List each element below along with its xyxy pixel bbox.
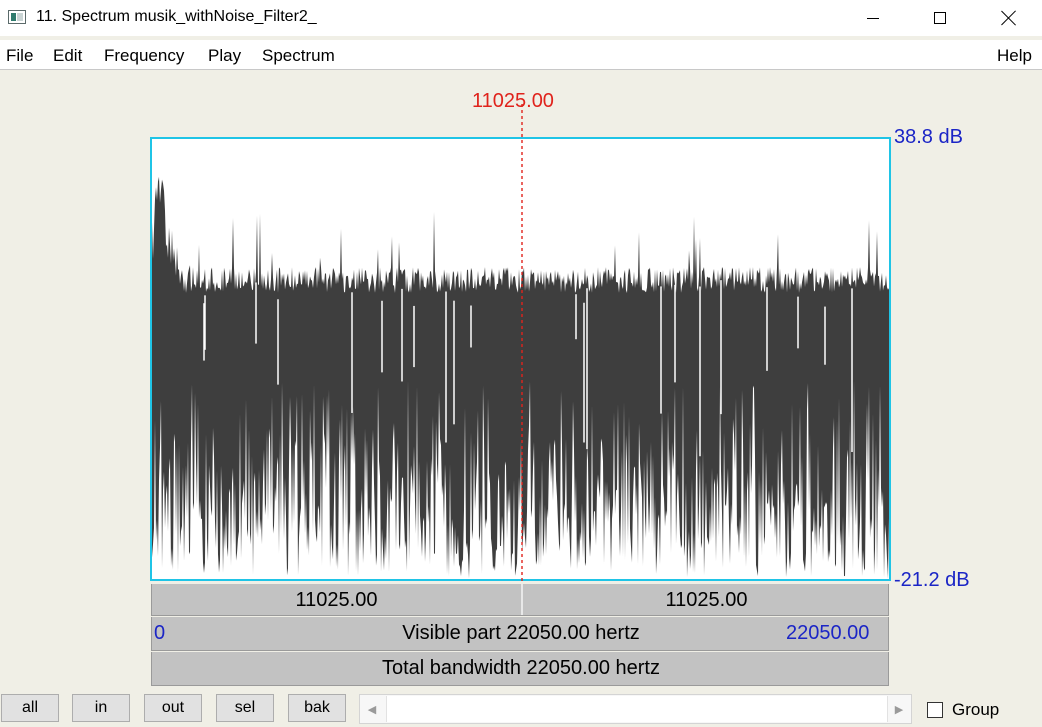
menu-spectrum[interactable]: Spectrum <box>262 46 335 66</box>
zoom-back-button[interactable]: bak <box>288 694 346 722</box>
group-label: Group <box>952 700 1000 719</box>
menu-edit[interactable]: Edit <box>53 46 82 66</box>
total-bandwidth-label: Total bandwidth 22050.00 hertz <box>382 657 660 679</box>
menu-bar: File Edit Frequency Play Spectrum Help <box>0 40 1042 70</box>
menu-help[interactable]: Help <box>997 46 1032 66</box>
maximize-button[interactable] <box>917 0 963 36</box>
menu-play[interactable]: Play <box>208 46 241 66</box>
group-checkbox[interactable] <box>927 702 943 718</box>
window-title: 11. Spectrum musik_withNoise_Filter2_ <box>36 8 317 25</box>
menu-file[interactable]: File <box>6 46 33 66</box>
zoom-out-button[interactable]: out <box>144 694 202 722</box>
app-window-icon <box>8 10 26 24</box>
total-bandwidth-bar[interactable]: Total bandwidth 22050.00 hertz <box>151 652 889 686</box>
minimize-button[interactable] <box>850 0 896 36</box>
close-icon <box>1001 10 1017 26</box>
visible-end-value: 22050.00 <box>786 622 870 644</box>
bottom-toolbar: all in out sel bak ◀ ▶ Group <box>0 690 1042 727</box>
right-of-cursor-value: 11025.00 <box>665 589 748 611</box>
cursor-frequency-label: 11025.00 <box>472 90 554 112</box>
maximize-icon <box>934 12 946 24</box>
db-min-label: -21.2 dB <box>894 569 970 591</box>
cursor-split-bar[interactable]: 11025.00 11025.00 <box>151 584 889 616</box>
scroll-right-arrow-icon[interactable]: ▶ <box>887 695 911 723</box>
minimize-icon <box>867 17 879 19</box>
scroll-left-arrow-icon[interactable]: ◀ <box>360 695 384 723</box>
left-of-cursor-value: 11025.00 <box>295 589 378 611</box>
zoom-all-button[interactable]: all <box>1 694 59 722</box>
db-max-label: 38.8 dB <box>894 126 963 148</box>
cursor-line[interactable] <box>515 104 529 582</box>
title-bar: 11. Spectrum musik_withNoise_Filter2_ <box>0 0 1042 36</box>
visible-part-bar[interactable]: 0 Visible part 22050.00 hertz 22050.00 <box>151 617 889 651</box>
scroll-thumb[interactable] <box>386 696 888 722</box>
menu-frequency[interactable]: Frequency <box>104 46 184 66</box>
horizontal-scrollbar[interactable]: ◀ ▶ <box>359 694 912 724</box>
zoom-in-button[interactable]: in <box>72 694 130 722</box>
close-button[interactable] <box>986 0 1032 36</box>
visible-part-label: Visible part 22050.00 hertz <box>402 622 640 644</box>
zoom-sel-button[interactable]: sel <box>216 694 274 722</box>
